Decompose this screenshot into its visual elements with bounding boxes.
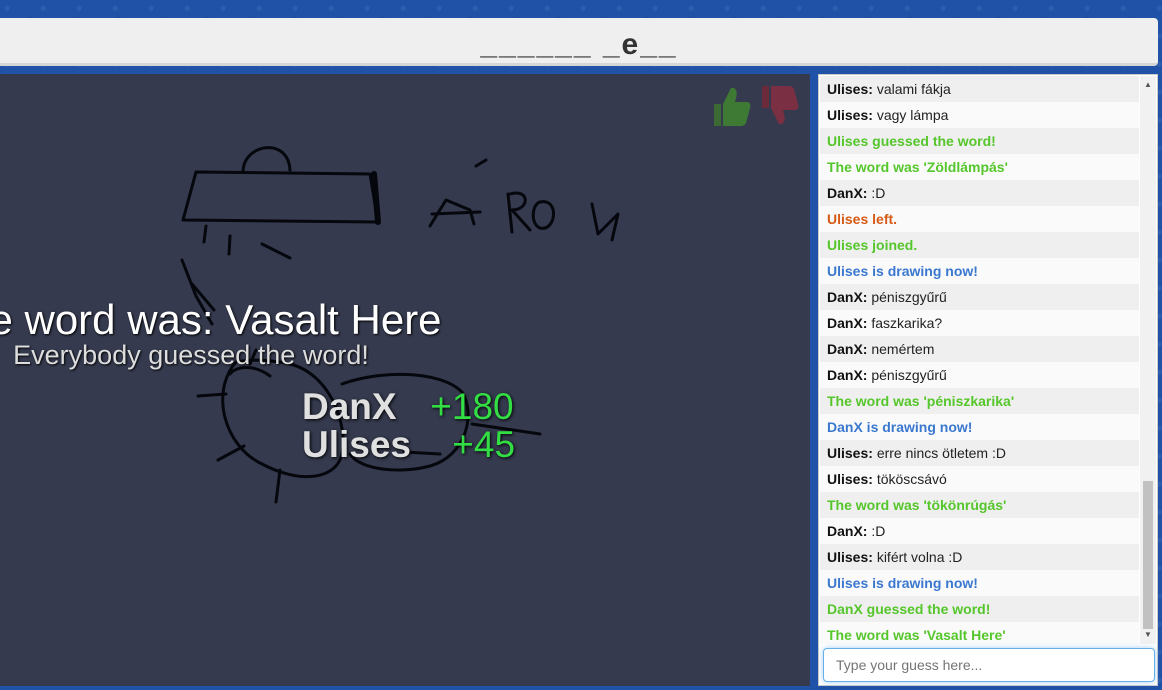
- chat-text: faszkarika?: [871, 315, 943, 331]
- chat-text: valami fákja: [876, 81, 951, 97]
- player-points: +45: [452, 424, 516, 465]
- chat-text: vagy lámpa: [876, 107, 949, 123]
- score-row: DanX +180: [302, 386, 514, 428]
- chat-text: kifért volna :D: [876, 549, 963, 565]
- chat-system-message: Ulises is drawing now!: [820, 570, 1139, 596]
- chat-system-message: The word was 'tökönrúgás': [820, 492, 1139, 518]
- drawing-canvas[interactable]: The word was: Vasalt Here Everybody gues…: [0, 74, 810, 686]
- chat-author: DanX:: [827, 315, 868, 331]
- chat-author: Ulises:: [827, 107, 873, 123]
- chat-text: péniszgyűrű: [871, 289, 947, 305]
- chat-message: DanX: :D: [820, 518, 1139, 544]
- chat-system-message: The word was 'Zöldlámpás': [820, 154, 1139, 180]
- chat-text: péniszgyűrű: [871, 367, 947, 383]
- chat-author: Ulises:: [827, 549, 873, 565]
- chat-system-message: The word was 'péniszkarika': [820, 388, 1139, 414]
- chat-system-message: Ulises guessed the word!: [820, 128, 1139, 154]
- scroll-up-arrow-icon[interactable]: ▲: [1140, 78, 1156, 92]
- chat-text: :D: [871, 523, 886, 539]
- chat-text: nemértem: [871, 341, 935, 357]
- chat-text: tököscsávó: [876, 471, 947, 487]
- chat-message: Ulises: erre nincs ötletem :D: [820, 440, 1139, 466]
- chat-author: DanX:: [827, 367, 868, 383]
- chat-message: DanX: :D: [820, 180, 1139, 206]
- chat-message: Ulises: tököscsávó: [820, 466, 1139, 492]
- chat-message: DanX: faszkarika?: [820, 310, 1139, 336]
- chat-author: DanX:: [827, 341, 868, 357]
- chat-message: Ulises: vagy lámpa: [820, 102, 1139, 128]
- chat-panel: Ulises: valami fákja Ulises: vagy lámpa Ul…: [818, 74, 1158, 686]
- chat-message: DanX: nemértem: [820, 336, 1139, 362]
- chat-author: DanX:: [827, 523, 868, 539]
- chat-system-message: Ulises joined.: [820, 232, 1139, 258]
- chat-system-message: Ulises left.: [820, 206, 1139, 232]
- player-name: Ulises: [302, 424, 412, 465]
- sketch-strokes: [180, 146, 620, 504]
- chat-text: erre nincs ötletem :D: [876, 445, 1006, 461]
- result-title: The word was: Vasalt Here: [0, 296, 442, 343]
- chat-scrollbar[interactable]: ▲ ▼: [1140, 76, 1156, 644]
- chat-message-list[interactable]: Ulises: valami fákja Ulises: vagy lámpa Ul…: [820, 76, 1139, 644]
- chat-message: DanX: péniszgyűrű: [820, 284, 1139, 310]
- chat-author: Ulises:: [827, 81, 873, 97]
- chat-author: Ulises:: [827, 445, 873, 461]
- chat-system-message: The word was 'Vasalt Here': [820, 622, 1139, 644]
- score-row: Ulises +45: [302, 424, 515, 466]
- chat-text: :D: [871, 185, 886, 201]
- result-subtitle: Everybody guessed the word!: [13, 340, 369, 370]
- chat-system-message: DanX guessed the word!: [820, 596, 1139, 622]
- thumbs-down-icon[interactable]: [758, 84, 800, 128]
- scrollbar-thumb[interactable]: [1143, 481, 1153, 629]
- chat-author: Ulises:: [827, 471, 873, 487]
- chat-author: DanX:: [827, 289, 868, 305]
- chat-message: DanX: péniszgyűrű: [820, 362, 1139, 388]
- scroll-down-arrow-icon[interactable]: ▼: [1140, 628, 1156, 642]
- chat-author: DanX:: [827, 185, 868, 201]
- chat-system-message: DanX is drawing now!: [820, 414, 1139, 440]
- word-hint: ______ _e__: [480, 28, 678, 61]
- thumbs-up-icon[interactable]: [710, 84, 752, 128]
- player-name: DanX: [302, 386, 397, 427]
- chat-message: Ulises: valami fákja: [820, 76, 1139, 102]
- player-points: +180: [430, 386, 514, 427]
- guess-input[interactable]: [823, 648, 1155, 682]
- chat-message: Ulises: kifért volna :D: [820, 544, 1139, 570]
- word-hint-bar: ______ _e__: [0, 18, 1158, 66]
- chat-system-message: Ulises is drawing now!: [820, 258, 1139, 284]
